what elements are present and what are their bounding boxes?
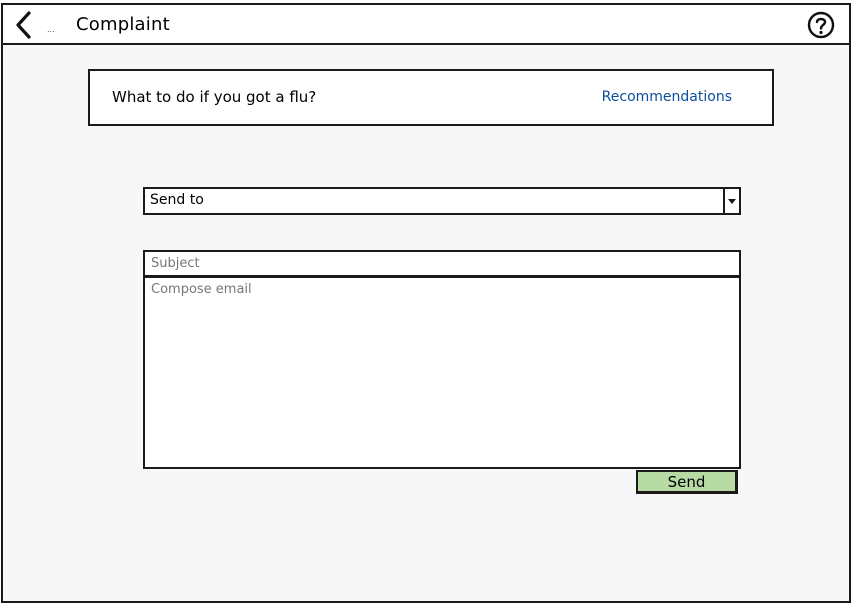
back-button[interactable]: ...: [13, 11, 55, 39]
question-circle-icon: [807, 11, 835, 39]
subject-input[interactable]: [143, 250, 741, 277]
app-window: ... Complaint What to do if you got a fl…: [1, 3, 851, 603]
send-to-value: Send to: [150, 192, 204, 208]
back-dots: ...: [47, 25, 55, 34]
banner-text: What to do if you got a flu?: [112, 88, 317, 106]
compose-email-textarea[interactable]: [143, 276, 741, 469]
send-button[interactable]: Send: [636, 470, 738, 494]
page-title: Complaint: [76, 14, 170, 35]
dropdown-arrow-icon[interactable]: [723, 189, 739, 213]
top-bar: ... Complaint: [3, 5, 849, 45]
help-button[interactable]: [807, 11, 835, 39]
recommendation-banner: What to do if you got a flu? Recommendat…: [88, 69, 774, 126]
chevron-left-icon: [16, 11, 31, 39]
send-to-dropdown[interactable]: Send to: [143, 187, 741, 215]
recommendations-link[interactable]: Recommendations: [602, 89, 732, 105]
